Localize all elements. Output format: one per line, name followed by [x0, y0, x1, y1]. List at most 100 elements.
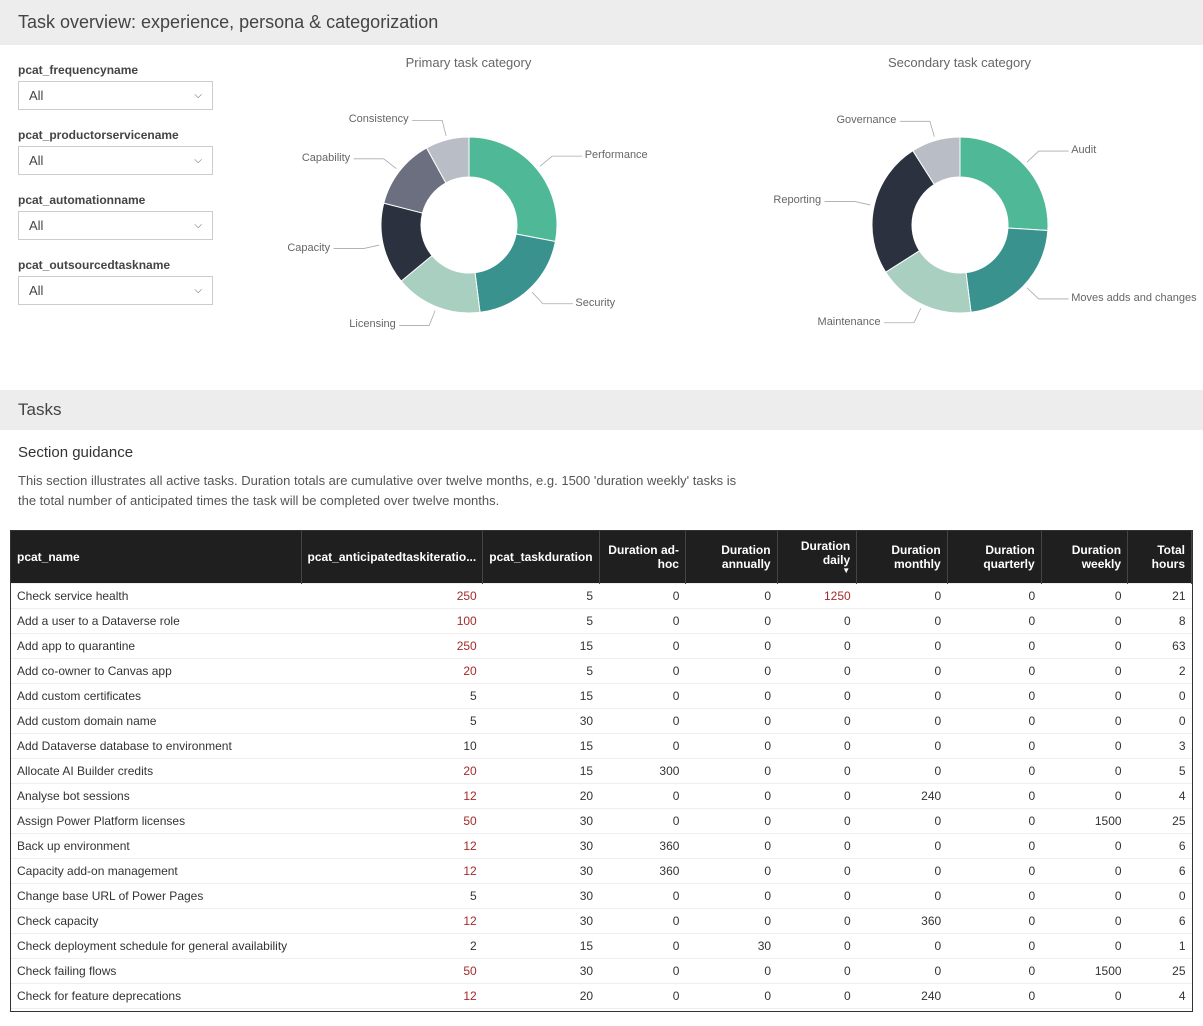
- filter-label: pcat_frequencyname: [18, 63, 213, 77]
- column-header[interactable]: Duration monthly: [857, 531, 948, 584]
- table-row[interactable]: Add app to quarantine2501500000063: [11, 634, 1192, 659]
- cell: 25: [1128, 959, 1192, 984]
- table-row[interactable]: Add co-owner to Canvas app2050000002: [11, 659, 1192, 684]
- filter-value: All: [29, 153, 43, 168]
- cell: 0: [685, 734, 777, 759]
- cell: 0: [857, 709, 948, 734]
- column-header[interactable]: Duration ad-hoc: [599, 531, 685, 584]
- filter-label: pcat_automationname: [18, 193, 213, 207]
- cell: 0: [857, 659, 948, 684]
- cell: 10: [483, 1009, 599, 1012]
- donut-svg[interactable]: [289, 80, 649, 360]
- tasks-table: pcat_namepcat_anticipatedtaskiteratio...…: [10, 530, 1193, 1012]
- donut-slice[interactable]: [966, 228, 1048, 312]
- column-header[interactable]: pcat_taskduration: [483, 531, 599, 584]
- donut-slice[interactable]: [469, 137, 557, 241]
- column-header[interactable]: Total hours: [1128, 531, 1192, 584]
- cell: 0: [599, 784, 685, 809]
- column-header[interactable]: Duration annually: [685, 531, 777, 584]
- filter-select[interactable]: All⌵: [18, 276, 213, 305]
- cell: 0: [1041, 634, 1127, 659]
- table-scroll[interactable]: pcat_namepcat_anticipatedtaskiteratio...…: [11, 531, 1192, 1011]
- table-row[interactable]: Change base URL of Power Pages5300000000: [11, 884, 1192, 909]
- cell: 240: [857, 784, 948, 809]
- table-row[interactable]: Analyse bot sessions1220000240004: [11, 784, 1192, 809]
- chart-slice-label: Moves adds and changes: [1071, 292, 1196, 304]
- cell: 0: [777, 834, 857, 859]
- table-row[interactable]: Check for new connectors50100000008: [11, 1009, 1192, 1012]
- table-row[interactable]: Check deployment schedule for general av…: [11, 934, 1192, 959]
- cell: Check capacity: [11, 909, 301, 934]
- cell: 0: [1041, 709, 1127, 734]
- cell: Add custom certificates: [11, 684, 301, 709]
- cell: 12: [301, 859, 483, 884]
- table-row[interactable]: Assign Power Platform licenses5030000001…: [11, 809, 1192, 834]
- chart-slice-label: Capacity: [287, 242, 330, 254]
- table-row[interactable]: Check failing flows503000000150025: [11, 959, 1192, 984]
- cell: 0: [777, 609, 857, 634]
- cell: Allocate AI Builder credits: [11, 759, 301, 784]
- column-header[interactable]: Duration daily▼: [777, 531, 857, 584]
- cell: Add Dataverse database to environment: [11, 734, 301, 759]
- cell: 20: [483, 784, 599, 809]
- cell: 0: [685, 1009, 777, 1012]
- cell: Change base URL of Power Pages: [11, 884, 301, 909]
- column-header[interactable]: Duration quarterly: [947, 531, 1041, 584]
- cell: 6: [1128, 859, 1192, 884]
- cell: 0: [599, 634, 685, 659]
- filter-select[interactable]: All ⌵: [18, 146, 213, 175]
- cell: 0: [685, 659, 777, 684]
- filter-value: All: [29, 218, 43, 233]
- table-row[interactable]: Check service health250500125000021: [11, 584, 1192, 609]
- table-row[interactable]: Check capacity1230000360006: [11, 909, 1192, 934]
- donut-wrap: AuditMoves adds and changesMaintenanceRe…: [780, 80, 1140, 360]
- cell: 0: [599, 1009, 685, 1012]
- cell: 0: [777, 934, 857, 959]
- table-row[interactable]: Allocate AI Builder credits2015300000005: [11, 759, 1192, 784]
- cell: Add app to quarantine: [11, 634, 301, 659]
- cell: 250: [301, 634, 483, 659]
- top-section: pcat_frequencynameAll⌵pcat_productorserv…: [0, 45, 1203, 380]
- cell: 8: [1128, 1009, 1192, 1012]
- cell: 0: [685, 684, 777, 709]
- cell: 0: [1041, 684, 1127, 709]
- donut-slice[interactable]: [475, 234, 555, 312]
- cell: 0: [777, 984, 857, 1009]
- chevron-down-icon: ⌵: [194, 155, 202, 166]
- cell: 30: [483, 959, 599, 984]
- filter-select[interactable]: All⌵: [18, 81, 213, 110]
- cell: 0: [777, 859, 857, 884]
- cell: Capacity add-on management: [11, 859, 301, 884]
- cell: 0: [947, 834, 1041, 859]
- cell: 30: [483, 834, 599, 859]
- table-row[interactable]: Add custom domain name5300000000: [11, 709, 1192, 734]
- cell: 0: [1128, 884, 1192, 909]
- cell: 30: [483, 709, 599, 734]
- cell: Check for feature deprecations: [11, 984, 301, 1009]
- table-row[interactable]: Add custom certificates5150000000: [11, 684, 1192, 709]
- table-row[interactable]: Add Dataverse database to environment101…: [11, 734, 1192, 759]
- column-header[interactable]: Duration weekly: [1041, 531, 1127, 584]
- table-row[interactable]: Back up environment1230360000006: [11, 834, 1192, 859]
- column-header[interactable]: pcat_name: [11, 531, 301, 584]
- table-row[interactable]: Capacity add-on management1230360000006: [11, 859, 1192, 884]
- cell: 0: [777, 784, 857, 809]
- table-row[interactable]: Check for feature deprecations1220000240…: [11, 984, 1192, 1009]
- filter-select[interactable]: All⌵: [18, 211, 213, 240]
- chart-slice-label: Reporting: [773, 194, 821, 206]
- table-row[interactable]: Add a user to a Dataverse role1005000000…: [11, 609, 1192, 634]
- donut-slice[interactable]: [960, 137, 1048, 231]
- column-header[interactable]: pcat_anticipatedtaskiteratio...: [301, 531, 483, 584]
- cell: 1500: [1041, 959, 1127, 984]
- cell: Check for new connectors: [11, 1009, 301, 1012]
- cell: 0: [685, 809, 777, 834]
- cell: 0: [947, 634, 1041, 659]
- table-body: Check service health250500125000021Add a…: [11, 584, 1192, 1012]
- cell: 0: [1128, 709, 1192, 734]
- cell: 0: [685, 709, 777, 734]
- cell: 5: [301, 684, 483, 709]
- cell: 0: [857, 609, 948, 634]
- cell: 0: [947, 709, 1041, 734]
- cell: 0: [1041, 584, 1127, 609]
- cell: 12: [301, 784, 483, 809]
